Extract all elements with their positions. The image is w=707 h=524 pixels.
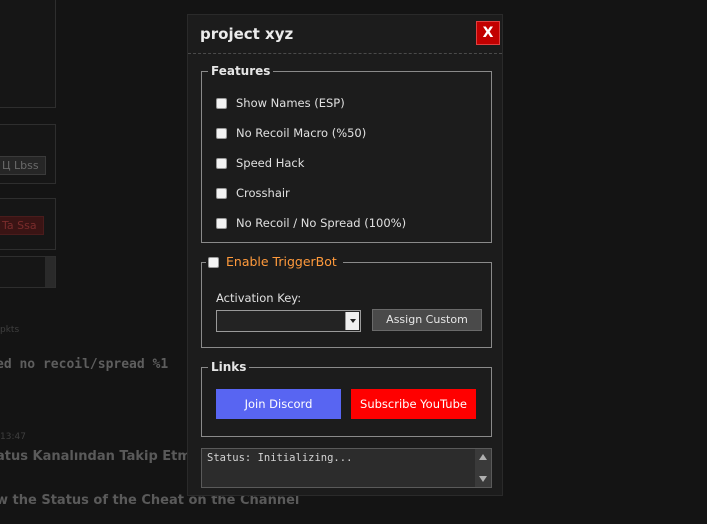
scroll-down-icon[interactable] (479, 476, 487, 482)
show-names-checkbox[interactable] (216, 97, 227, 109)
no-recoil-macro-checkbox[interactable] (216, 127, 227, 139)
feature-no-recoil-no-spread[interactable]: No Recoil / No Spread (100%) (216, 215, 406, 231)
speed-hack-checkbox[interactable] (216, 157, 227, 169)
background-red-button: Ta Ssa (0, 216, 44, 235)
background-scrollbar (45, 257, 55, 287)
cheat-window: project xyz X Features Show Names (ESP) … (187, 14, 503, 496)
triggerbot-label: Enable TriggerBot (226, 254, 337, 269)
no-recoil-no-spread-checkbox[interactable] (216, 217, 227, 229)
close-button[interactable]: X (476, 21, 500, 45)
activation-key-label: Activation Key: (216, 291, 302, 305)
background-panel-middle: Ц Lbss (0, 124, 56, 184)
scroll-up-icon[interactable] (479, 454, 487, 460)
feature-show-names[interactable]: Show Names (ESP) (216, 95, 345, 111)
status-scrollbar[interactable] (475, 449, 491, 487)
features-legend: Features (208, 64, 274, 78)
triggerbot-checkbox[interactable] (208, 256, 219, 268)
feature-speed-hack[interactable]: Speed Hack (216, 155, 304, 171)
crosshair-checkbox[interactable] (216, 187, 227, 199)
background-code-line: ed no recoil/spread %1 (0, 357, 169, 372)
background-panel-top (0, 0, 56, 108)
links-group: Links Join Discord Subscribe YouTube (201, 360, 492, 437)
window-title: project xyz (200, 25, 294, 43)
status-text: Status: Initializing... (207, 452, 353, 464)
no-recoil-macro-label: No Recoil Macro (%50) (236, 126, 367, 140)
background-timestamp: 13:47 (0, 432, 26, 442)
background-tiny-label: pkts (0, 325, 20, 335)
subscribe-youtube-button[interactable]: Subscribe YouTube (351, 389, 476, 419)
show-names-label: Show Names (ESP) (236, 96, 345, 110)
triggerbot-group: Enable TriggerBot Activation Key: Assign… (201, 254, 492, 348)
title-bar[interactable]: project xyz X (188, 15, 502, 54)
feature-crosshair[interactable]: Crosshair (216, 185, 290, 201)
chevron-down-icon[interactable] (345, 312, 359, 330)
activation-key-dropdown[interactable] (216, 310, 361, 332)
no-recoil-no-spread-label: No Recoil / No Spread (100%) (236, 216, 407, 230)
status-textbox[interactable]: Status: Initializing... (201, 448, 492, 488)
triggerbot-toggle[interactable]: Enable TriggerBot (206, 254, 343, 270)
links-legend: Links (208, 360, 250, 374)
join-discord-button[interactable]: Join Discord (216, 389, 341, 419)
assign-custom-button[interactable]: Assign Custom (372, 309, 482, 331)
speed-hack-label: Speed Hack (236, 156, 305, 170)
background-panel-lower: Ta Ssa (0, 198, 56, 250)
background-button: Ц Lbss (0, 156, 46, 175)
features-group: Features Show Names (ESP) No Recoil Macr… (201, 64, 492, 243)
background-input (0, 256, 56, 288)
background-line-turkish: atus Kanalından Takip Etme (0, 449, 200, 464)
feature-no-recoil-macro[interactable]: No Recoil Macro (%50) (216, 125, 366, 141)
crosshair-label: Crosshair (236, 186, 290, 200)
